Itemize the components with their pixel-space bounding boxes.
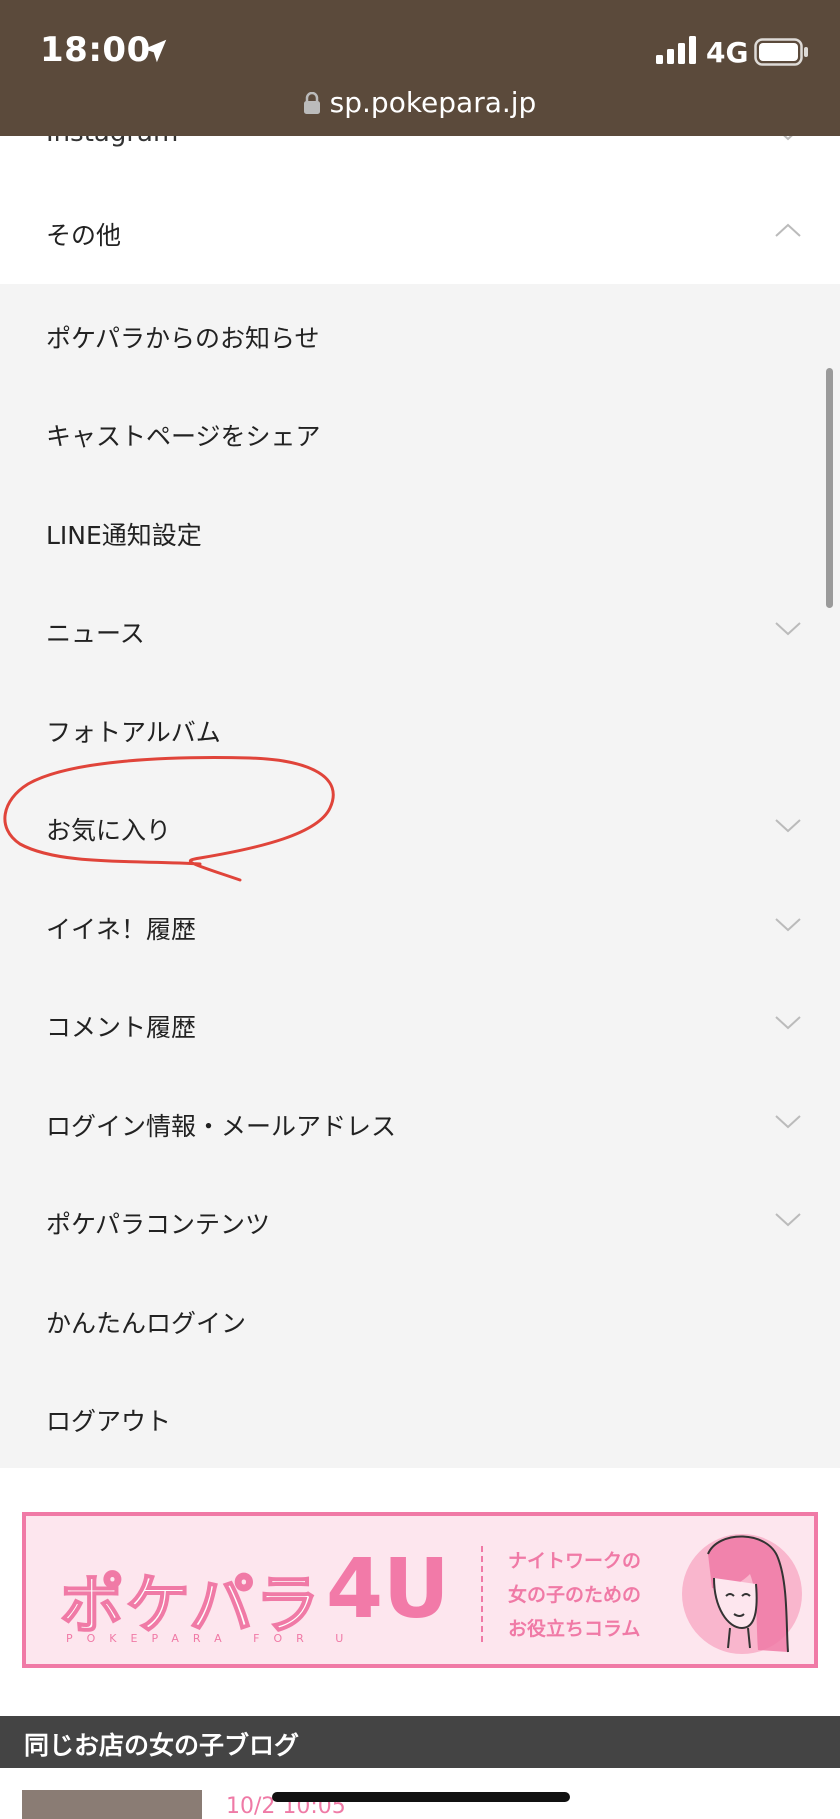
url-bar[interactable]: sp.pokepara.jp [0, 86, 840, 119]
menu-item-label: ログアウト [46, 1407, 172, 1436]
banner-copy-line: お役立ちコラム [508, 1618, 641, 1640]
home-indicator[interactable] [272, 1792, 570, 1802]
chevron-down-icon [775, 622, 801, 636]
chevron-down-icon [775, 1213, 801, 1227]
menu-item-label: キャストページをシェア [46, 422, 321, 451]
chevron-down-icon [775, 819, 801, 833]
scrollbar[interactable] [826, 368, 833, 608]
status-time: 18:00 [40, 30, 151, 70]
menu-item-label: ログイン情報・メールアドレス [46, 1112, 397, 1141]
section-title: 同じお店の女の子ブログ [24, 1731, 300, 1760]
menu-item-label: フォトアルバム [46, 718, 221, 747]
battery-icon [754, 38, 808, 66]
menu-item-login-info[interactable]: ログイン情報・メールアドレス [0, 1072, 840, 1170]
banner-divider [481, 1546, 483, 1642]
menu-item-label: ニュース [46, 619, 145, 648]
network-type: 4G [706, 36, 749, 69]
menu-item-label: ポケパラからのお知らせ [46, 324, 320, 353]
blog-section-header: 同じお店の女の子ブログ [0, 1716, 840, 1768]
banner-subtitle: POKEPARA FOR U [66, 1632, 358, 1645]
chevron-up-icon [775, 223, 801, 237]
chevron-down-icon [775, 918, 801, 932]
banner-copy-line: 女の子のための [508, 1584, 642, 1606]
menu-item-line-notification[interactable]: LINE通知設定 [0, 481, 840, 579]
menu-item-news[interactable]: ニュース [0, 579, 840, 677]
menu-item-label: お気に入り [46, 816, 172, 845]
url-text: sp.pokepara.jp [329, 86, 537, 119]
menu-item-easy-login[interactable]: かんたんログイン [0, 1269, 840, 1367]
chevron-down-icon [775, 1115, 801, 1129]
menu-item-photo-album[interactable]: フォトアルバム [0, 678, 840, 776]
location-arrow-icon [143, 39, 167, 63]
menu-item-label: コメント履歴 [46, 1013, 197, 1042]
menu-item-news-from-pokepara[interactable]: ポケパラからのお知らせ [0, 284, 840, 382]
chevron-down-icon [775, 1016, 801, 1030]
pokepara-4u-banner[interactable]: ポケパラ POKEPARA FOR U 4U ナイトワークの 女の子のための お… [22, 1512, 818, 1668]
menu-item-label: かんたんログイン [46, 1309, 247, 1338]
menu-section-label: その他 [46, 221, 122, 250]
menu-item-share-cast-page[interactable]: キャストページをシェア [0, 382, 840, 480]
menu-item-like-history[interactable]: イイネ！履歴 [0, 875, 840, 973]
submenu-other: ポケパラからのお知らせ キャストページをシェア LINE通知設定 ニュース フォ… [0, 284, 840, 1468]
blog-thumbnail[interactable] [22, 1790, 202, 1819]
lock-icon [303, 92, 320, 114]
status-bar: 18:00 4G sp.pokepara.jp [0, 0, 840, 136]
menu-item-logout[interactable]: ログアウト [0, 1367, 840, 1465]
signal-icon [656, 36, 696, 64]
girl-illustration-icon [682, 1534, 802, 1654]
banner-copy: ナイトワークの 女の子のための お役立ちコラム [508, 1544, 641, 1646]
menu-section-other[interactable]: その他 [0, 196, 840, 284]
menu-item-label: イイネ！履歴 [46, 915, 197, 944]
menu-item-favorites[interactable]: お気に入り [0, 776, 840, 874]
menu-item-pokepara-contents[interactable]: ポケパラコンテンツ [0, 1170, 840, 1268]
banner-title-suffix: 4U [326, 1542, 450, 1637]
menu-item-comment-history[interactable]: コメント履歴 [0, 973, 840, 1071]
banner-copy-line: ナイトワークの [508, 1550, 642, 1572]
menu-item-label: LINE通知設定 [46, 521, 202, 550]
menu-item-label: ポケパラコンテンツ [46, 1210, 271, 1239]
